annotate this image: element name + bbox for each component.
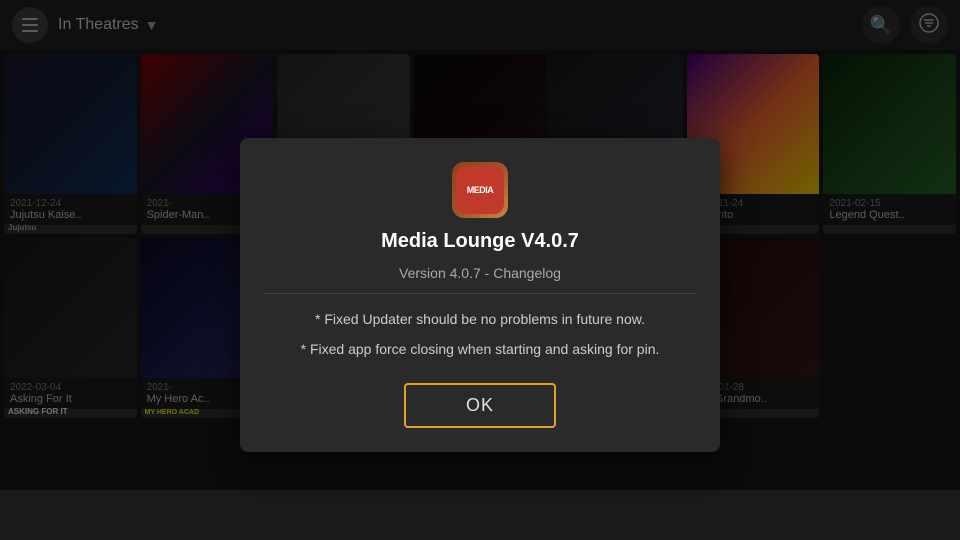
changelog-content: * Fixed Updater should be no problems in… xyxy=(264,306,696,363)
modal-title: Media Lounge V4.0.7 xyxy=(381,230,579,253)
changelog-item-2: * Fixed app force closing when starting … xyxy=(264,340,696,360)
modal-wrapper: MEDIA Media Lounge V4.0.7 Version 4.0.7 … xyxy=(0,50,960,540)
app-icon-text: MEDIA xyxy=(467,185,494,196)
ok-button[interactable]: OK xyxy=(404,383,556,428)
app-icon: MEDIA xyxy=(452,162,508,218)
app-icon-inner: MEDIA xyxy=(456,166,504,214)
changelog-modal: MEDIA Media Lounge V4.0.7 Version 4.0.7 … xyxy=(240,138,720,452)
modal-divider xyxy=(264,293,696,294)
modal-subtitle: Version 4.0.7 - Changelog xyxy=(399,265,561,281)
changelog-item-1: * Fixed Updater should be no problems in… xyxy=(264,310,696,330)
